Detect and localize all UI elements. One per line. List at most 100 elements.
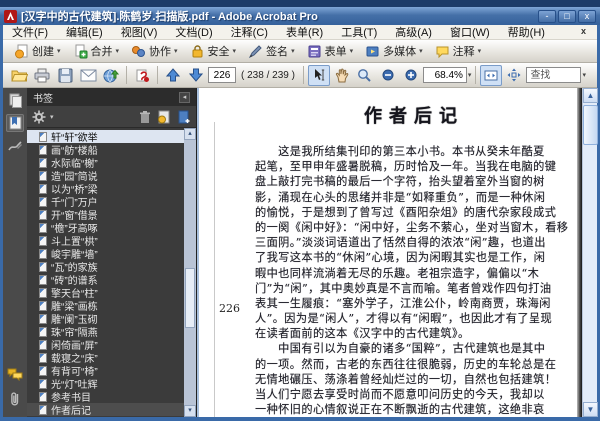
bookmark-item[interactable]: 作者后记 [27,403,196,417]
menu-item[interactable]: 帮助(H) [499,24,554,40]
text-line: 中国有引以为自豪的诸多“国粹”，古代建筑也是其中 [255,342,546,356]
page-number-input[interactable] [208,67,236,83]
signatures-panel-button[interactable] [6,138,24,156]
menu-item[interactable]: 编辑(E) [57,24,112,40]
text-line: 的一阕《闲中好》：“闲中好，尘务不萦心，坐对当窗木，看移 [255,220,569,234]
forms-button[interactable]: 表单 ▾ [302,42,359,60]
fit-page-button[interactable] [503,65,525,86]
chevron-down-icon: ▾ [477,48,482,55]
bookmark-page-icon [39,183,47,194]
plus-circle-icon [405,69,417,81]
page-folio-number: 226 [219,302,240,315]
multimedia-icon [366,46,379,56]
chevron-down-icon: ▾ [174,48,178,55]
pen-icon [248,44,262,58]
toolbar-separator [475,66,477,84]
multimedia-button[interactable]: 多媒体 ▾ [360,42,428,60]
bookmarks-toolbar: ▾ [27,106,196,128]
menu-item[interactable]: 高级(A) [386,24,441,40]
page-left-edge [214,122,215,417]
text-line: 无情地碾压、荡涤着曾经灿烂过的一切，自然也包括建筑！ [255,372,557,386]
scroll-down-icon[interactable]: ▼ [583,402,598,417]
open-button[interactable] [8,65,30,86]
text-line: 在读者面前的这本《汉字中的古代建筑》。 [255,327,470,341]
minimize-button[interactable]: - [538,9,556,23]
hand-tool-button[interactable] [331,65,353,86]
scroll-up-icon[interactable]: ▲ [583,88,598,103]
scrollbar-thumb[interactable] [185,268,195,328]
new-bookmark-icon[interactable] [177,110,191,124]
options-dropdown-icon[interactable]: ▾ [50,113,54,121]
bookmarks-scrollbar[interactable]: ▴ ▾ [184,128,196,417]
zoom-out-button[interactable] [377,65,399,86]
find-dropdown-icon[interactable]: ▾ [582,71,586,79]
collapse-panel-icon[interactable]: ◂ [179,91,190,103]
fit-page-icon [507,68,521,82]
lock-icon [192,44,203,57]
close-button[interactable]: x [578,9,596,23]
combine-button[interactable]: 合并 ▾ [68,42,125,60]
text-line: 门”为“闲”，其中奥妙真是不言而喻。笔者曾戏作四句打油 [255,281,552,295]
scroll-up-icon[interactable]: ▴ [184,128,196,140]
save-icon [58,68,72,82]
acrobat-window: [汉字中的古代建筑].陈鹤岁.扫描版.pdf - Adobe Acrobat P… [0,0,600,421]
minus-circle-icon [382,69,394,81]
comments-panel-button[interactable] [6,365,24,383]
select-tool-button[interactable] [307,64,330,86]
attachments-panel-button[interactable] [6,390,24,408]
bookmark-page-icon [39,300,47,311]
bookmark-page-icon [39,274,47,285]
title-bar: [汉字中的古代建筑].陈鹤岁.扫描版.pdf - Adobe Acrobat P… [0,7,600,25]
toolbar-separator [157,66,158,84]
sign-document-button[interactable] [131,65,153,86]
gear-icon[interactable] [32,110,46,124]
acrobat-app-icon [4,9,17,23]
highlight-bookmark-icon[interactable] [157,110,171,124]
menu-item[interactable]: 表单(R) [277,24,332,40]
previous-page-button[interactable] [162,65,184,86]
menu-item[interactable]: 文档(D) [166,24,221,40]
bookmark-page-icon [39,131,47,142]
pages-panel-button[interactable] [6,92,24,110]
find-input[interactable] [526,67,582,83]
create-button[interactable]: 创建 ▾ [9,42,66,60]
menu-item[interactable]: 注释(C) [222,24,277,40]
create-pdf-icon [15,44,28,58]
zoom-level-input[interactable]: 68.4% [422,67,467,83]
restore-button[interactable]: □ [558,9,576,23]
menubar-close-icon[interactable]: x [581,26,586,36]
comment-button[interactable]: 注释 ▾ [430,42,487,60]
magnifier-icon [358,68,372,82]
signatures-icon [7,141,22,151]
bookmark-page-icon [39,313,47,324]
page-title: 作者后记 [364,106,464,127]
collaborate-button[interactable]: 协作 ▾ [126,42,183,60]
menu-item[interactable]: 文件(F) [3,24,57,40]
menu-item[interactable]: 窗口(W) [441,24,499,40]
trash-icon[interactable] [139,110,151,124]
paperclip-icon [11,392,19,406]
menu-item[interactable]: 工具(T) [332,24,386,40]
print-button[interactable] [31,65,53,86]
document-scrollbar[interactable]: ▲ ▼ [582,88,598,417]
text-line: 这是我所结集刊印的第三本小书。本书从癸未年酷夏 [255,145,545,158]
text-line: 的一项。然而，古老的东西往往很脆弱，历史的车轮总是在 [255,357,557,371]
email-button[interactable] [77,65,99,86]
scrolling-mode-button[interactable] [480,64,503,86]
bookmark-page-icon [39,339,47,350]
document-pane[interactable]: 作者后记 这是我所结集刊印的第三本小书。本书从癸未年酷夏 起笔，至甲申年盛暑脱稿，… [197,88,582,417]
hand-tool-icon [335,68,349,82]
zoom-dropdown-icon[interactable]: ▾ [468,71,472,79]
scroll-down-icon[interactable]: ▾ [184,405,196,417]
next-page-button[interactable] [185,65,207,86]
zoom-marquee-button[interactable] [354,65,376,86]
scrollbar-thumb[interactable] [583,105,598,145]
upload-button[interactable] [100,65,122,86]
bookmark-page-icon [39,287,47,298]
menu-item[interactable]: 视图(V) [112,24,167,40]
bookmarks-panel-button[interactable] [6,114,24,132]
sign-button[interactable]: 签名 ▾ [243,42,300,60]
save-button[interactable] [54,65,76,86]
zoom-in-button[interactable] [400,65,422,86]
secure-button[interactable]: 安全 ▾ [185,42,242,60]
